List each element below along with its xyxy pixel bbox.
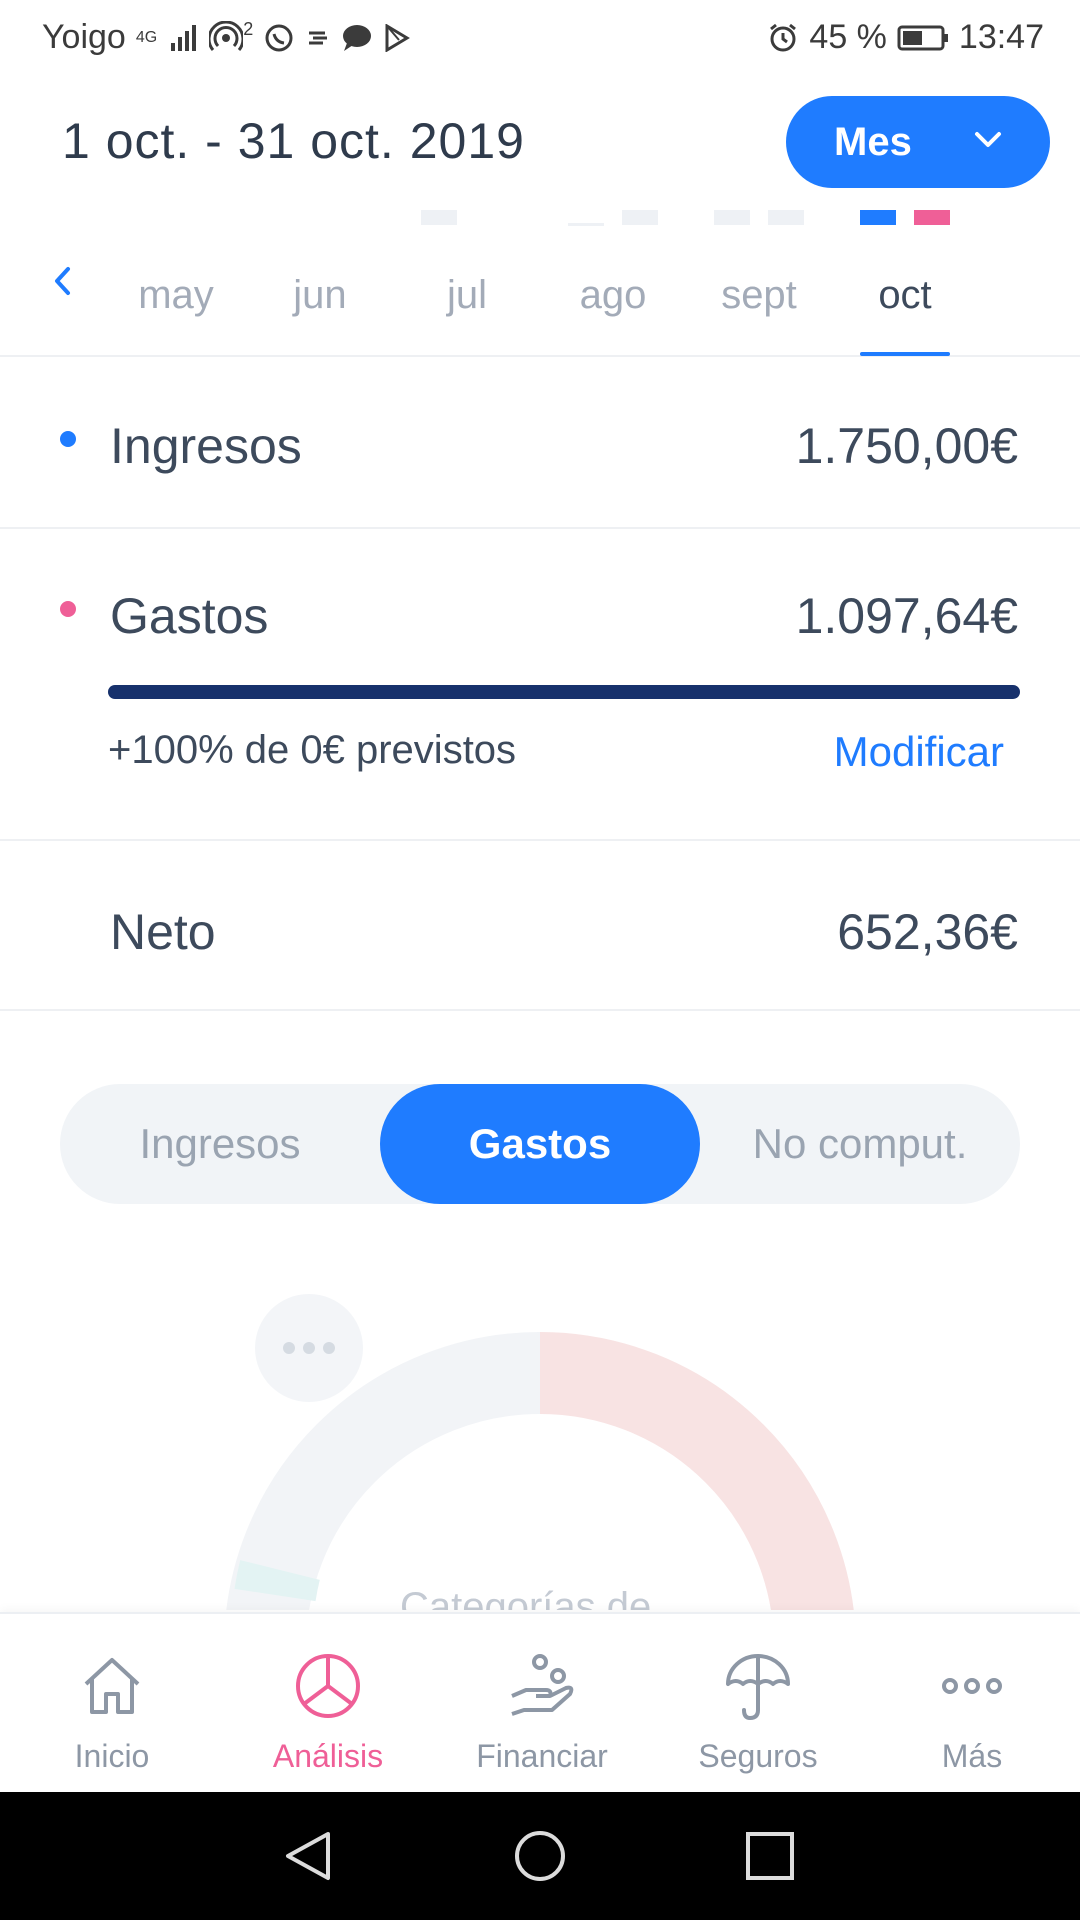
month-tab-jun[interactable]: jun: [255, 273, 385, 318]
expenses-amount: 1.097,64€: [795, 588, 1018, 644]
donut-chart: [226, 1332, 854, 1610]
month-mini-bar: [622, 210, 658, 225]
pie-chart-icon: [296, 1654, 360, 1718]
donut-segment-pink: [539, 1332, 854, 1610]
month-selector: may jun jul ago sept oct: [0, 205, 1080, 357]
net-amount: 652,36€: [837, 904, 1018, 960]
segment-gastos[interactable]: Gastos: [380, 1084, 700, 1204]
donut-segment-grey: [226, 1332, 541, 1610]
month-tab-sept[interactable]: sept: [694, 273, 824, 318]
alarm-icon: [770, 23, 797, 51]
battery-percent: 45 %: [809, 18, 887, 56]
period-select-button[interactable]: Mes: [786, 96, 1050, 188]
hotspot-badge: 2: [243, 19, 254, 39]
whatsapp-icon: [265, 24, 293, 51]
system-navigation-bar: [0, 1792, 1080, 1920]
income-row[interactable]: Ingresos 1.750,00€: [0, 357, 1080, 529]
umbrella-icon: [726, 1654, 790, 1720]
nav-analisis[interactable]: Análisis: [220, 1614, 436, 1794]
play-store-icon: [385, 23, 411, 52]
data-transfer-icon: [309, 31, 328, 44]
hand-coins-icon: [511, 1654, 574, 1716]
chart-caption: Categorías de: [400, 1585, 652, 1610]
month-tab-oct[interactable]: oct: [840, 273, 970, 318]
modify-budget-link[interactable]: Modificar: [834, 728, 1004, 776]
nav-mas-label: Más: [941, 1738, 1003, 1774]
clock: 13:47: [958, 18, 1044, 56]
segment-no-computable[interactable]: No comput.: [700, 1084, 1020, 1204]
month-mini-bar: [768, 210, 804, 225]
nav-seguros-label: Seguros: [698, 1738, 818, 1774]
nav-analisis-label: Análisis: [272, 1738, 384, 1774]
carrier-name: Yoigo: [42, 18, 126, 56]
net-row: Neto 652,36€: [0, 841, 1080, 1011]
month-tab-ago[interactable]: ago: [548, 273, 678, 318]
status-right: 45 % 13:47: [767, 18, 1044, 57]
home-circle-icon[interactable]: [512, 1828, 568, 1884]
net-label: Neto: [110, 904, 216, 960]
month-tab-indicator: [860, 352, 950, 356]
chevron-down-icon: [975, 132, 1001, 147]
nav-financiar-label: Financiar: [476, 1738, 608, 1774]
battery-icon: [897, 25, 948, 50]
budget-forecast-text: +100% de 0€ previstos: [108, 728, 517, 772]
network-type: 4G: [135, 28, 158, 46]
period-header: 1 oct. - 31 oct. 2019 Mes: [0, 92, 1080, 202]
nav-mas[interactable]: Más: [864, 1614, 1080, 1794]
nav-inicio[interactable]: Inicio: [4, 1614, 220, 1794]
date-range-title: 1 oct. - 31 oct. 2019: [62, 113, 525, 169]
month-mini-bar: [421, 210, 457, 225]
hotspot-icon: [209, 20, 244, 51]
month-tab-may[interactable]: may: [111, 273, 241, 318]
type-segmented-control: Ingresos Gastos No comput.: [60, 1084, 1020, 1204]
nav-seguros[interactable]: Seguros: [650, 1614, 866, 1794]
expenses-label: Gastos: [110, 588, 269, 644]
budget-progress-bar: [108, 685, 1020, 699]
income-amount: 1.750,00€: [795, 418, 1018, 474]
message-icon: [343, 24, 372, 51]
month-tab-jul[interactable]: jul: [402, 273, 532, 318]
income-label: Ingresos: [110, 418, 302, 474]
status-left: Yoigo 4G 2: [42, 18, 411, 57]
donut-segment-teal: [234, 1560, 320, 1602]
bottom-navigation: Inicio Análisis Financiar Seguros Más: [0, 1612, 1080, 1792]
month-mini-bar: [568, 223, 604, 226]
month-mini-bar-expenses: [914, 210, 950, 225]
signal-icon: [171, 24, 197, 51]
month-mini-bar: [714, 210, 750, 225]
recents-icon[interactable]: [742, 1828, 798, 1884]
back-icon[interactable]: [280, 1828, 336, 1884]
status-bar: Yoigo 4G 2 45 % 13:47: [0, 0, 1080, 75]
home-icon: [84, 1658, 140, 1714]
income-dot: [60, 431, 76, 447]
chevron-left-icon[interactable]: [50, 263, 74, 299]
month-mini-bar-income: [860, 210, 896, 225]
period-select-label: Mes: [834, 119, 912, 164]
segment-ingresos[interactable]: Ingresos: [60, 1084, 380, 1204]
nav-financiar[interactable]: Financiar: [434, 1614, 650, 1794]
category-donut-chart: Categorías de: [0, 1250, 1080, 1610]
expenses-dot: [60, 601, 76, 617]
nav-inicio-label: Inicio: [74, 1738, 150, 1774]
more-dots-icon: [942, 1678, 1002, 1694]
